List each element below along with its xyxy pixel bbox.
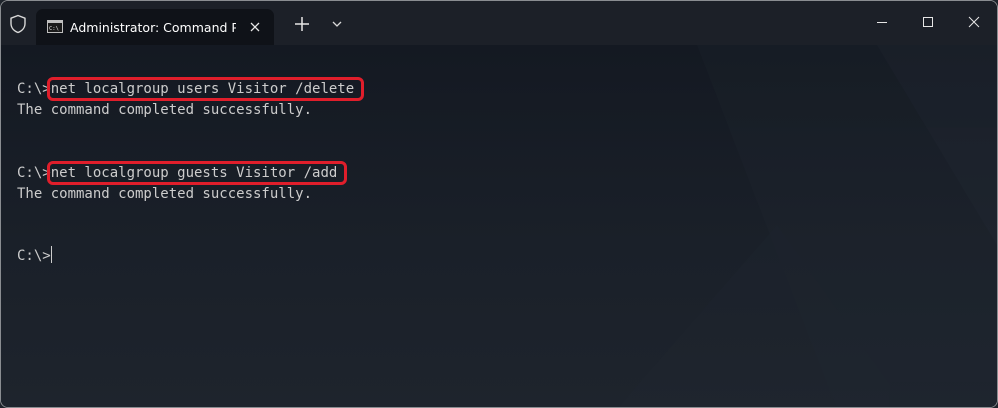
minimize-icon bbox=[877, 22, 887, 23]
command-prompt-icon: C:\ bbox=[47, 20, 63, 33]
command-line-2: C:\>net localgroup guests Visitor /add bbox=[17, 161, 348, 185]
title-bar[interactable]: C:\ Administrator: Command Prompt bbox=[1, 1, 997, 45]
minimize-button[interactable] bbox=[859, 1, 905, 43]
close-tab-icon[interactable] bbox=[246, 18, 264, 36]
maximize-icon bbox=[923, 17, 933, 27]
command-line-1: C:\>net localgroup users Visitor /delete bbox=[17, 77, 365, 101]
chevron-down-icon[interactable] bbox=[327, 13, 347, 35]
close-window-button[interactable] bbox=[951, 1, 997, 43]
highlighted-command-1: net localgroup users Visitor /delete bbox=[46, 77, 365, 101]
highlighted-command-2: net localgroup guests Visitor /add bbox=[46, 161, 348, 185]
prompt: C:\> bbox=[17, 248, 51, 264]
output-line-1: The command completed successfully. bbox=[17, 102, 313, 118]
prompt: C:\> bbox=[17, 81, 51, 97]
text-cursor bbox=[50, 246, 52, 263]
terminal-output[interactable]: C:\>net localgroup users Visitor /delete… bbox=[1, 45, 997, 407]
tab-title: Administrator: Command Prompt bbox=[70, 20, 236, 35]
current-prompt-line[interactable]: C:\> bbox=[17, 246, 52, 266]
tab-command-prompt[interactable]: C:\ Administrator: Command Prompt bbox=[36, 9, 274, 45]
background-decoration bbox=[618, 45, 997, 407]
close-icon bbox=[968, 16, 980, 28]
svg-text:C:\: C:\ bbox=[49, 26, 59, 32]
prompt: C:\> bbox=[17, 165, 51, 181]
new-tab-icon[interactable] bbox=[289, 11, 315, 37]
maximize-button[interactable] bbox=[905, 1, 951, 43]
output-line-2: The command completed successfully. bbox=[17, 186, 313, 202]
terminal-window: C:\ Administrator: Command Prompt bbox=[0, 0, 998, 408]
shield-icon bbox=[10, 14, 26, 34]
